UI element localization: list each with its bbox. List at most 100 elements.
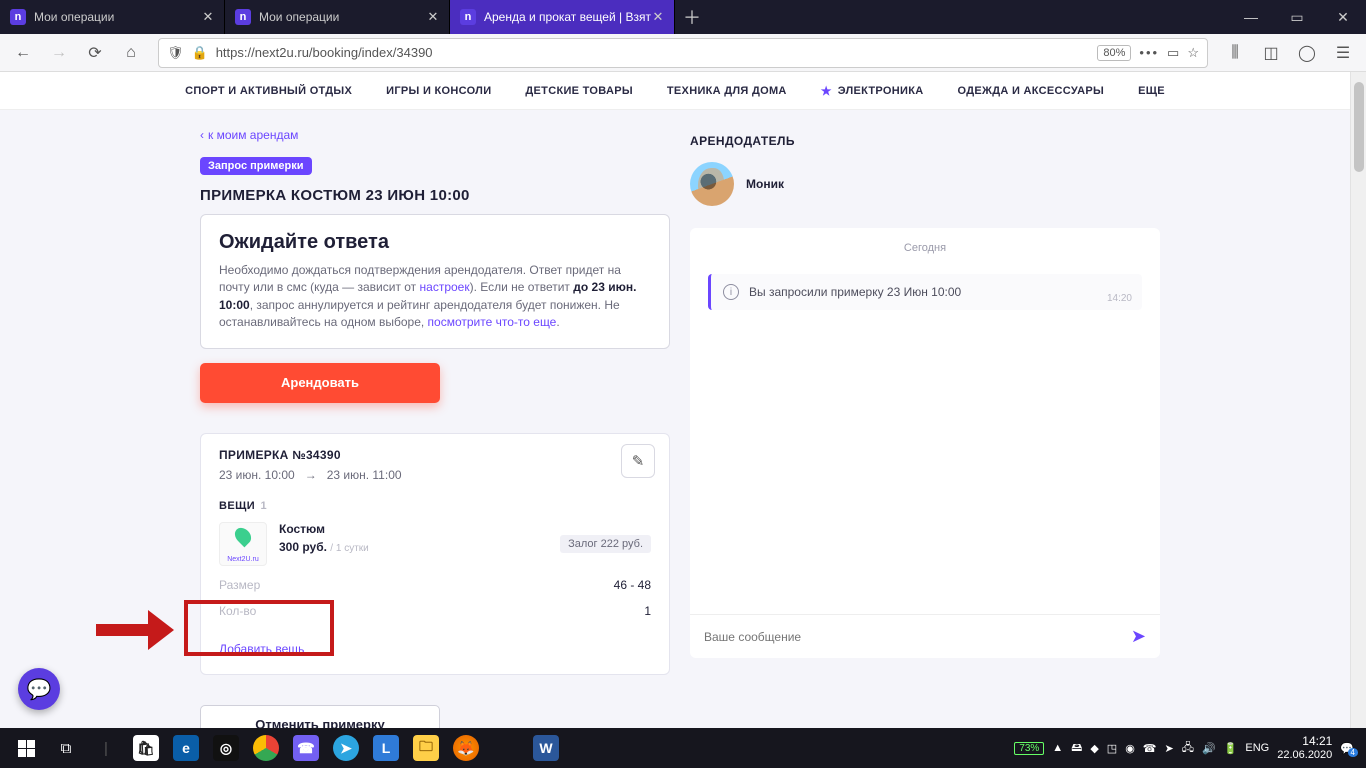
- start-button[interactable]: [6, 728, 46, 768]
- minimize-icon[interactable]: —: [1228, 0, 1274, 34]
- word-icon[interactable]: W: [526, 728, 566, 768]
- star-icon: ★: [821, 84, 832, 98]
- tray-app1-icon[interactable]: ◆: [1090, 742, 1098, 755]
- favicon: n: [10, 9, 26, 25]
- await-text: Необходимо дождаться подтверждения аренд…: [219, 262, 651, 332]
- owner-row[interactable]: Моник: [690, 162, 1160, 206]
- chrome-icon[interactable]: [246, 728, 286, 768]
- shield-icon[interactable]: 🛡: [167, 45, 184, 61]
- nav-more[interactable]: ЕЩЕ: [1138, 85, 1165, 97]
- sidebar-icon[interactable]: ◫: [1256, 38, 1286, 68]
- url-text: https://next2u.ru/booking/index/34390: [216, 45, 1090, 60]
- browser-tab-2[interactable]: n Аренда и прокат вещей | Взят ✕: [450, 0, 675, 34]
- tray-app2-icon[interactable]: ◳: [1107, 742, 1117, 755]
- tray-telegram-icon[interactable]: ➤: [1165, 742, 1174, 755]
- scrollbar[interactable]: [1350, 72, 1366, 728]
- tab-close-icon[interactable]: ✕: [425, 9, 441, 25]
- bookmark-star-icon[interactable]: ☆: [1187, 45, 1199, 61]
- message-composer: ➤: [690, 614, 1160, 658]
- nav-kids[interactable]: ДЕТСКИЕ ТОВАРЫ: [525, 85, 633, 97]
- item-price: 300 руб. / 1 сутки: [279, 540, 369, 554]
- send-button[interactable]: ➤: [1131, 626, 1146, 647]
- scrollbar-thumb[interactable]: [1354, 82, 1364, 172]
- owner-name[interactable]: Моник: [746, 177, 784, 191]
- nav-games[interactable]: ИГРЫ И КОНСОЛИ: [386, 85, 491, 97]
- nav-electronics[interactable]: ★ЭЛЕКТРОНИКА: [821, 84, 924, 98]
- edit-button[interactable]: ✎: [621, 444, 655, 478]
- account-icon[interactable]: ◯: [1292, 38, 1322, 68]
- edge-icon[interactable]: e: [166, 728, 206, 768]
- await-heading: Ожидайте ответа: [219, 231, 651, 254]
- new-tab-button[interactable]: ＋: [675, 0, 709, 34]
- tab-label: Аренда и прокат вещей | Взят: [484, 10, 651, 24]
- firefox-icon[interactable]: 🦊: [446, 728, 486, 768]
- tab-close-icon[interactable]: ✕: [200, 9, 216, 25]
- tray-network-icon[interactable]: 🖧: [1182, 739, 1194, 758]
- tab-close-icon[interactable]: ✕: [650, 9, 666, 25]
- item-row: Next2U.ru Костюм 300 руб. / 1 сутки Зало…: [219, 522, 651, 566]
- booking-title: ПРИМЕРКА КОСТЮМ 23 ИЮН 10:00: [200, 187, 670, 204]
- add-item-link[interactable]: Добавить вещь: [219, 642, 651, 656]
- action-center-icon[interactable]: 💬4: [1340, 742, 1354, 755]
- item-name[interactable]: Костюм: [279, 522, 369, 536]
- zoom-level[interactable]: 80%: [1097, 45, 1131, 61]
- telegram-icon[interactable]: ➤: [326, 728, 366, 768]
- library-icon[interactable]: ⫼: [1220, 38, 1250, 68]
- explorer-icon[interactable]: 🗀: [406, 728, 446, 768]
- pencil-icon: ✎: [632, 452, 645, 470]
- info-icon: i: [723, 284, 739, 300]
- nav-back-icon[interactable]: ←: [8, 38, 38, 68]
- map-pin-icon: [232, 524, 255, 547]
- settings-link[interactable]: настроек: [420, 280, 470, 294]
- owner-heading: АРЕНДОДАТЕЛЬ: [690, 134, 1160, 148]
- reload-icon[interactable]: ⟳: [80, 38, 110, 68]
- taskbar-gap: [486, 728, 526, 768]
- taskbar-clock[interactable]: 14:21 22.06.2020: [1277, 735, 1332, 761]
- tray-volume-icon[interactable]: 🔊: [1202, 742, 1216, 755]
- fitting-dates: 23 июн. 10:00 → 23 июн. 11:00: [219, 468, 651, 482]
- tray-app3-icon[interactable]: ◉: [1125, 742, 1135, 755]
- tab-label: Мои операции: [259, 10, 339, 24]
- send-icon: ➤: [1131, 626, 1146, 646]
- tray-battery-icon[interactable]: 🔋: [1224, 742, 1238, 755]
- app-l-icon[interactable]: L: [366, 728, 406, 768]
- home-icon[interactable]: ⌂: [116, 38, 146, 68]
- row-size: Размер46 - 48: [219, 578, 651, 592]
- battery-indicator[interactable]: 73%: [1014, 742, 1044, 755]
- reader-icon[interactable]: ▭: [1167, 45, 1179, 61]
- address-bar[interactable]: 🛡 🔒 https://next2u.ru/booking/index/3439…: [158, 38, 1208, 68]
- browser-tab-0[interactable]: n Мои операции ✕: [0, 0, 225, 34]
- tray-up-icon[interactable]: ▲: [1052, 742, 1063, 754]
- see-more-link[interactable]: посмотрите что-то еще: [428, 315, 557, 329]
- windows-taskbar: ⧉ | 🛍 e ◎ ☎ ➤ L 🗀 🦊 W 73% ▲ 🖴 ◆ ◳ ◉ ☎ ➤ …: [0, 728, 1366, 768]
- window-controls: — ▭ ✕: [1228, 0, 1366, 34]
- tray-usb-icon[interactable]: 🖴: [1071, 739, 1082, 758]
- nav-clothes[interactable]: ОДЕЖДА И АКСЕССУАРЫ: [957, 85, 1104, 97]
- store-icon[interactable]: 🛍: [126, 728, 166, 768]
- close-window-icon[interactable]: ✕: [1320, 0, 1366, 34]
- back-to-rentals-link[interactable]: ‹ к моим арендам: [200, 128, 670, 142]
- nav-sport[interactable]: СПОРТ И АКТИВНЫЙ ОТДЫХ: [185, 85, 352, 97]
- viber-icon[interactable]: ☎: [286, 728, 326, 768]
- fitting-number: ПРИМЕРКА №34390: [219, 448, 651, 462]
- maximize-icon[interactable]: ▭: [1274, 0, 1320, 34]
- groove-icon[interactable]: ◎: [206, 728, 246, 768]
- nav-home[interactable]: ТЕХНИКА ДЛЯ ДОМА: [667, 85, 787, 97]
- cancel-fitting-button[interactable]: Отменить примерку: [200, 705, 440, 728]
- task-view-icon[interactable]: ⧉: [46, 728, 86, 768]
- tray-lang[interactable]: ENG: [1245, 742, 1269, 754]
- tray-viber-icon[interactable]: ☎: [1143, 742, 1157, 755]
- rent-button[interactable]: Арендовать: [200, 363, 440, 403]
- kebab-icon[interactable]: •••: [1139, 45, 1159, 60]
- chat-fab[interactable]: 💬: [18, 668, 60, 710]
- browser-tab-1[interactable]: n Мои операции ✕: [225, 0, 450, 34]
- back-label: к моим арендам: [208, 128, 298, 142]
- nav-forward-icon[interactable]: →: [44, 38, 74, 68]
- owner-avatar[interactable]: [690, 162, 734, 206]
- menu-icon[interactable]: ☰: [1328, 38, 1358, 68]
- chat-day-label: Сегодня: [708, 242, 1142, 254]
- item-thumbnail[interactable]: Next2U.ru: [219, 522, 267, 566]
- message-input[interactable]: [704, 630, 1131, 644]
- browser-toolbar: ← → ⟳ ⌂ 🛡 🔒 https://next2u.ru/booking/in…: [0, 34, 1366, 72]
- row-qty: Кол-во1: [219, 604, 651, 618]
